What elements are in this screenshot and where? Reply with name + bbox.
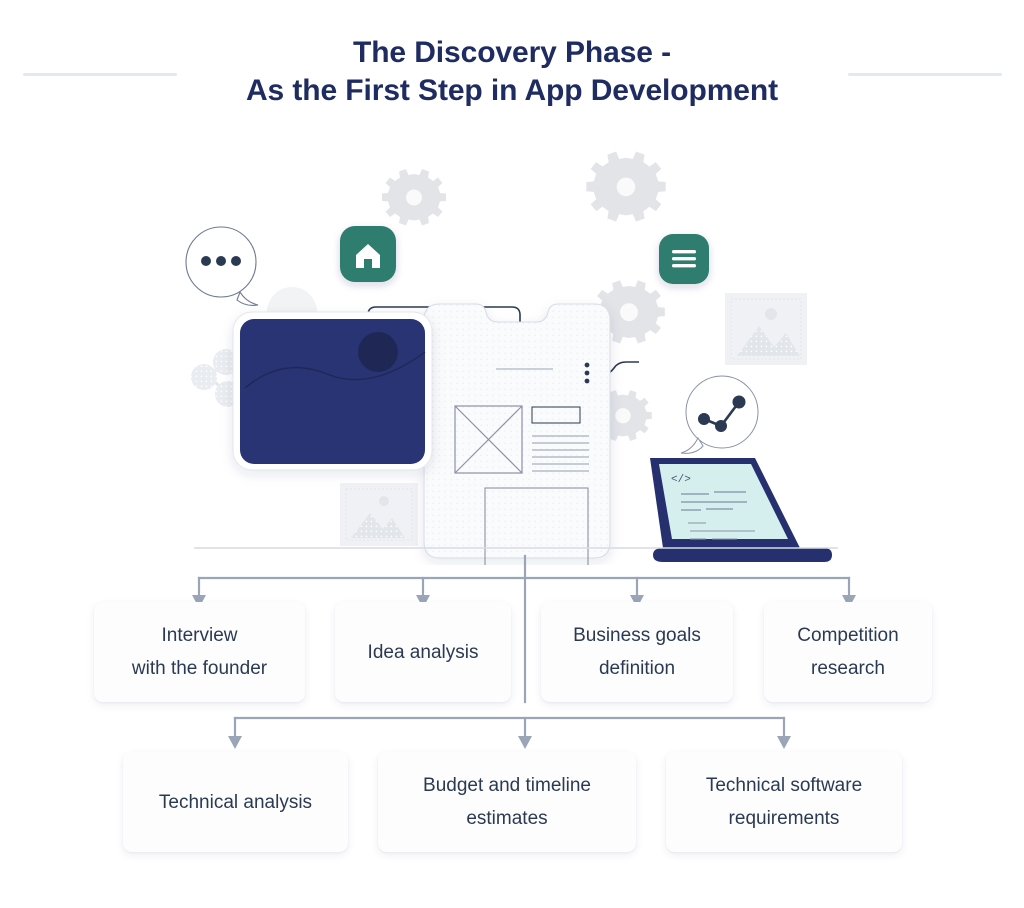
tablet-card	[232, 311, 433, 471]
laptop: </>	[650, 458, 832, 562]
phone-wireframe	[423, 303, 611, 565]
illustration-canvas: </>	[185, 151, 838, 565]
flow-card-label-line-2: requirements	[728, 808, 840, 829]
flow-card-label-line-2: estimates	[466, 808, 548, 829]
flow-card-label-line-1: Budget and timeline	[423, 775, 591, 796]
flow-card-label-line-2: research	[811, 658, 885, 679]
flow-card-label-line-1: Idea analysis	[367, 641, 479, 663]
flow-card-interview[interactable]: Interview with the founder	[94, 602, 305, 702]
flow-card-competition-research[interactable]: Competition research	[764, 602, 932, 702]
code-tag: </>	[671, 474, 691, 486]
chat-bubble-ellipsis-icon	[185, 226, 259, 306]
page-title-line-2: As the First Step in App Development	[245, 74, 779, 107]
flow-card-label-line-1: Technical software	[705, 775, 863, 796]
flow-card-idea-analysis[interactable]: Idea analysis	[335, 602, 511, 702]
flow-card-label: Idea analysis	[368, 636, 479, 669]
flow-card-label-line-1: Business goals	[573, 625, 701, 646]
flow-card-budget-timeline[interactable]: Budget and timeline estimates	[378, 752, 636, 852]
flow-card-label: Business goals definition	[573, 619, 701, 685]
flow-card-software-requirements[interactable]: Technical software requirements	[666, 752, 902, 852]
page-header: The Discovery Phase - As the First Step …	[0, 34, 1024, 110]
hero-illustration: </>	[0, 130, 1024, 565]
flow-card-technical-analysis[interactable]: Technical analysis	[123, 752, 348, 852]
flow-card-label: Interview with the founder	[132, 619, 267, 685]
flow-card-label-line-1: Technical analysis	[158, 791, 313, 813]
flow-card-label: Technical analysis	[159, 786, 312, 819]
home-app-icon[interactable]	[340, 226, 396, 282]
flow-card-label-line-1: Interview	[161, 625, 238, 646]
flow-card-label: Competition research	[797, 619, 898, 685]
flow-card-label-line-2: definition	[598, 658, 676, 679]
image-placeholder-icon	[340, 483, 418, 546]
analytics-bubble-icon	[680, 375, 759, 454]
page-title: The Discovery Phase - As the First Step …	[0, 34, 1024, 110]
flow-card-business-goals[interactable]: Business goals definition	[541, 602, 733, 702]
flow-card-label-line-2: with the founder	[131, 658, 268, 679]
image-placeholder-icon	[725, 293, 807, 365]
flow-card-label-line-1: Competition	[797, 625, 899, 646]
menu-app-icon[interactable]	[659, 234, 709, 284]
header-rule-left	[23, 73, 177, 76]
flow-card-label: Budget and timeline estimates	[423, 769, 591, 835]
page-title-line-1: The Discovery Phase -	[352, 36, 672, 69]
kebab-menu-icon	[584, 362, 590, 384]
flow-card-label: Technical software requirements	[706, 769, 862, 835]
header-rule-right	[848, 73, 1002, 76]
infographic-page: The Discovery Phase - As the First Step …	[0, 0, 1024, 908]
